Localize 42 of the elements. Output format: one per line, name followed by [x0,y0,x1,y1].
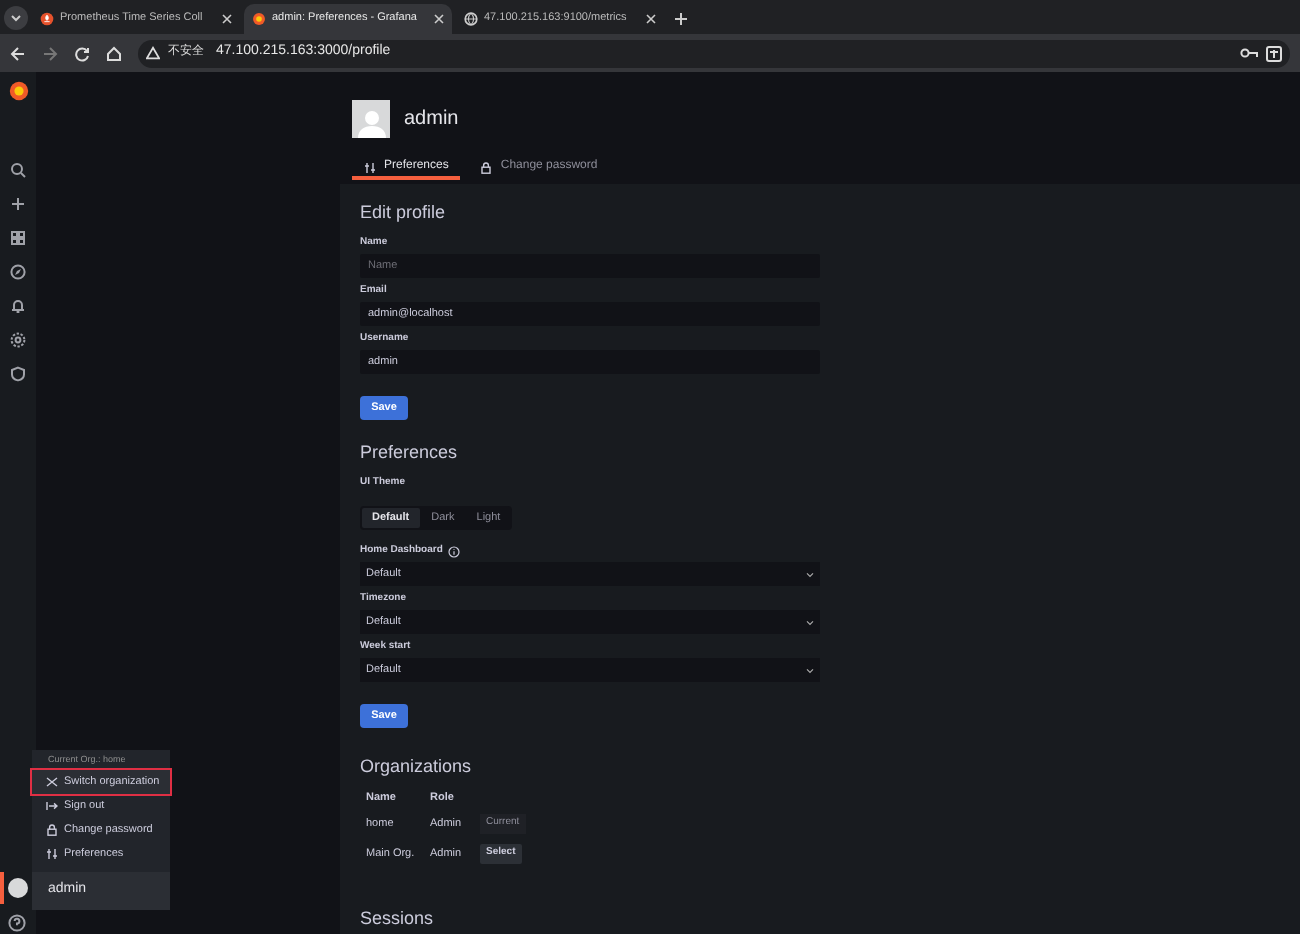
profile-name: admin [404,106,459,134]
warning-icon [146,46,160,60]
section-heading: Sessions [360,906,436,933]
back-arrow-icon[interactable] [10,45,26,61]
sliders-icon [46,848,58,860]
reload-icon[interactable] [74,45,90,61]
translate-icon[interactable] [1266,45,1282,61]
close-icon[interactable] [434,14,444,24]
section-heading: Organizations [360,754,474,781]
person-silhouette-icon [357,108,385,138]
chevron-down-icon [806,619,814,626]
chevron-down-icon [10,14,22,22]
close-icon[interactable] [222,14,232,24]
search-icon[interactable] [10,162,26,178]
plus-icon[interactable] [10,196,26,212]
grafana-logo-icon[interactable] [7,80,29,102]
help-icon[interactable] [8,914,26,932]
active-indicator [0,872,4,904]
bell-icon[interactable] [10,298,26,314]
key-icon[interactable] [1240,46,1258,60]
shield-icon[interactable] [10,366,26,382]
lock-icon [46,824,58,836]
flame-logo-icon [40,12,54,26]
dashboards-grid-icon[interactable] [10,230,26,246]
section-heading: Preferences [360,440,460,466]
forward-arrow-icon[interactable] [42,45,58,61]
close-icon[interactable] [646,14,656,24]
grafana-logo-icon [252,12,266,26]
home-icon[interactable] [106,45,122,61]
user-avatar[interactable] [8,878,28,898]
sliders-icon [364,161,376,173]
compass-icon[interactable] [10,264,26,280]
globe-icon [464,12,478,26]
tab-list-button[interactable] [4,6,28,30]
chevron-down-icon [806,571,814,578]
chevron-down-icon [806,667,814,674]
new-tab-plus-icon[interactable] [674,12,688,26]
info-icon[interactable] [448,545,461,558]
sign-out-icon [46,800,58,812]
lock-icon [480,161,493,173]
settings-icon[interactable] [10,332,26,348]
section-heading: Edit profile [360,200,448,226]
